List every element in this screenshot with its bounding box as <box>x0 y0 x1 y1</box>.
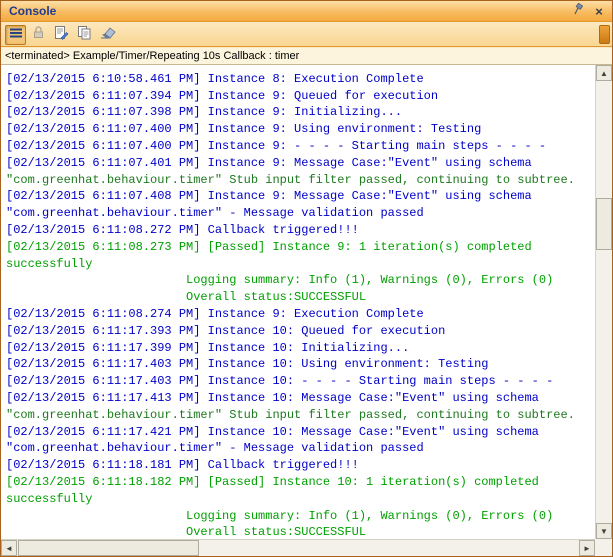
console-viewport[interactable]: Overall status:SUCCESSFUL[02/13/2015 6:1… <box>1 65 595 539</box>
console-view-window: Console × <terminated> Example/Timer/Rep… <box>0 0 613 557</box>
console-line: successfully <box>6 491 93 506</box>
console-line: [02/13/2015 6:11:18.182 PM] [Passed] Ins… <box>6 474 539 489</box>
console-line: Logging summary: Info (1), Warnings (0),… <box>6 508 554 523</box>
console-line: [02/13/2015 6:11:17.403 PM] Instance 10:… <box>6 357 489 372</box>
pin-icon <box>573 2 585 20</box>
scroll-lock-button[interactable] <box>28 25 49 45</box>
toolbar-overflow-handle[interactable] <box>599 25 610 44</box>
copy-button[interactable] <box>74 25 95 45</box>
console-output: Overall status:SUCCESSFUL[02/13/2015 6:1… <box>1 65 595 539</box>
left-arrow-icon: ◄ <box>5 543 13 553</box>
close-icon: × <box>595 3 603 19</box>
scroll-down-button[interactable]: ▼ <box>596 523 612 539</box>
scrollbar-corner <box>595 539 612 556</box>
console-line: [02/13/2015 6:11:07.401 PM] Instance 9: … <box>6 155 532 170</box>
console-line: "com.greenhat.behaviour.timer" Stub inpu… <box>6 172 575 187</box>
page-pencil-icon <box>54 25 69 45</box>
console-line: [02/13/2015 6:11:07.408 PM] Instance 9: … <box>6 189 532 204</box>
scroll-right-button[interactable]: ► <box>579 540 595 556</box>
console-line: "com.greenhat.behaviour.timer" Stub inpu… <box>6 407 575 422</box>
console-line: [02/13/2015 6:11:07.394 PM] Instance 9: … <box>6 88 439 103</box>
view-title: Console <box>9 4 57 18</box>
console-line: [02/13/2015 6:11:17.399 PM] Instance 10:… <box>6 340 410 355</box>
close-view-button[interactable]: × <box>591 3 607 19</box>
lock-icon <box>32 25 45 44</box>
horizontal-scrollbar[interactable]: ◄ ► <box>1 539 595 556</box>
console-line: [02/13/2015 6:11:08.273 PM] [Passed] Ins… <box>6 239 532 254</box>
console-line: "com.greenhat.behaviour.timer" - Message… <box>6 441 424 456</box>
console-menu-button[interactable] <box>5 24 26 45</box>
scroll-up-button[interactable]: ▲ <box>596 65 612 81</box>
console-line: successfully <box>6 256 93 271</box>
eraser-icon <box>100 25 116 44</box>
console-line: [02/13/2015 6:10:58.461 PM] Instance 8: … <box>6 71 424 86</box>
launch-status-label: <terminated> Example/Timer/Repeating 10s… <box>1 48 612 64</box>
console-line: [02/13/2015 6:11:17.421 PM] Instance 10:… <box>6 424 539 439</box>
pin-view-button[interactable] <box>571 2 587 20</box>
vertical-scroll-thumb[interactable] <box>596 198 612 250</box>
console-line: [02/13/2015 6:11:07.398 PM] Instance 9: … <box>6 105 403 120</box>
menu-lines-icon <box>9 26 23 44</box>
console-line: Logging summary: Info (1), Warnings (0),… <box>6 273 554 288</box>
down-arrow-icon: ▼ <box>600 526 608 536</box>
console-line: "com.greenhat.behaviour.timer" - Message… <box>6 206 424 221</box>
console-line: [02/13/2015 6:11:08.274 PM] Instance 9: … <box>6 306 424 321</box>
titlebar: Console × <box>1 1 612 22</box>
console-line: Overall status:SUCCESSFUL <box>6 525 367 539</box>
console-line: [02/13/2015 6:11:17.413 PM] Instance 10:… <box>6 390 539 405</box>
titlebar-buttons: × <box>571 2 612 20</box>
clear-console-button[interactable] <box>97 25 118 45</box>
scroll-left-button[interactable]: ◄ <box>1 540 17 556</box>
console-line: [02/13/2015 6:11:07.400 PM] Instance 9: … <box>6 122 482 137</box>
console-toolbar <box>1 23 612 47</box>
right-arrow-icon: ► <box>583 543 591 553</box>
console-line: [02/13/2015 6:11:18.181 PM] Callback tri… <box>6 458 359 473</box>
vertical-scrollbar[interactable]: ▲ ▼ <box>595 65 612 539</box>
console-area: Overall status:SUCCESSFUL[02/13/2015 6:1… <box>1 64 612 556</box>
console-line: [02/13/2015 6:11:07.400 PM] Instance 9: … <box>6 138 547 153</box>
console-line: [02/13/2015 6:11:17.393 PM] Instance 10:… <box>6 323 446 338</box>
horizontal-scroll-thumb[interactable] <box>18 540 199 556</box>
up-arrow-icon: ▲ <box>600 68 608 78</box>
console-line: [02/13/2015 6:11:08.272 PM] Callback tri… <box>6 222 359 237</box>
console-line: Overall status:SUCCESSFUL <box>6 290 367 305</box>
open-log-button[interactable] <box>51 25 72 45</box>
copy-icon <box>77 25 92 45</box>
console-line: [02/13/2015 6:11:17.403 PM] Instance 10:… <box>6 374 554 389</box>
